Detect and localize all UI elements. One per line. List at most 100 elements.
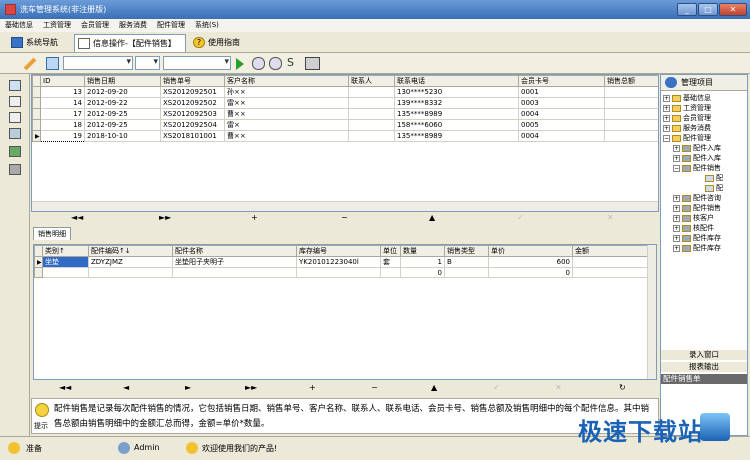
tree-item-parts-query[interactable]: + 配件咨询 bbox=[673, 194, 721, 203]
tree-item-sub-1[interactable]: 配 bbox=[705, 174, 723, 183]
col-part-name[interactable]: 配件名称 bbox=[172, 245, 297, 257]
menu-bar: 基础信息 工资管理 会员管理 服务消费 配件管理 系统(S) bbox=[0, 19, 750, 32]
horizontal-scrollbar[interactable] bbox=[32, 201, 658, 211]
vertical-scrollbar[interactable] bbox=[647, 245, 656, 379]
table-row[interactable]: 00 bbox=[34, 267, 649, 278]
col-qty[interactable]: 数量 bbox=[400, 245, 445, 257]
col-date[interactable]: 销售日期 bbox=[84, 75, 161, 87]
table-row[interactable]: ▶ 坐垫 ZDYZJMZ 坐垫阳子夹明子 YK20101223040l 套 1 B 600 bbox=[34, 256, 649, 268]
search-icon[interactable] bbox=[46, 57, 59, 70]
table-row[interactable]: 13 2012-09-20 XS2012092501 孙×× 130****5230 00… bbox=[32, 86, 658, 98]
tab-label: 使用指南 bbox=[208, 38, 240, 47]
tree-item-service[interactable]: + 服务消费 bbox=[663, 124, 711, 133]
operator-select[interactable] bbox=[135, 56, 160, 70]
copy-icon[interactable] bbox=[9, 112, 21, 123]
parts-sales-sheet-button[interactable]: 配件销售单 bbox=[661, 373, 747, 384]
close-button[interactable]: ✕ bbox=[719, 3, 747, 16]
table-row[interactable]: 17 2012-09-25 XS2012092503 曹×× 135****8989 00… bbox=[32, 108, 658, 120]
tree-item-parts-in-1[interactable]: + 配件入库 bbox=[673, 144, 721, 153]
first-record-button[interactable]: ◄◄ bbox=[71, 213, 83, 222]
edit-button[interactable]: ▲ bbox=[429, 213, 435, 222]
tab-parts-sales[interactable]: 信息操作-【配件销售】 bbox=[74, 34, 186, 52]
tree-item-stock-2[interactable]: + 配件库存 bbox=[673, 244, 721, 253]
table-row-selected[interactable]: ▶ 19 2018-10-10 XS2018101001 曹×× 135****8989 0… bbox=[32, 130, 658, 142]
find-next-icon[interactable] bbox=[269, 57, 282, 70]
menu-salary[interactable]: 工资管理 bbox=[38, 19, 76, 31]
field-select[interactable] bbox=[63, 56, 133, 70]
menu-parts[interactable]: 配件管理 bbox=[152, 19, 190, 31]
tree-item-stock-1[interactable]: + 配件库存 bbox=[673, 234, 721, 243]
tree-item-parts[interactable]: − 配件管理 bbox=[663, 134, 711, 143]
insert-button[interactable]: + bbox=[251, 213, 258, 222]
bulb-icon bbox=[35, 403, 49, 417]
delete-button[interactable]: − bbox=[371, 383, 378, 392]
entry-window-button[interactable]: 录入窗口 bbox=[661, 349, 747, 360]
col-sale-type[interactable]: 销售类型 bbox=[444, 245, 489, 257]
print-icon[interactable] bbox=[305, 57, 320, 70]
edit-button[interactable]: ▲ bbox=[431, 383, 437, 392]
tree-item-parts-sales-2[interactable]: + 配件销售 bbox=[673, 204, 721, 213]
tree-item-check-parts[interactable]: + 核配件 bbox=[673, 224, 714, 233]
maximize-button[interactable]: □ bbox=[698, 3, 718, 16]
table-row[interactable]: 18 2012-09-25 XS2012092504 雷× 158****6060 000… bbox=[32, 119, 658, 131]
menu-basic-info[interactable]: 基础信息 bbox=[0, 19, 38, 31]
tip-text: 配件销售是记录每次配件销售的情况，它包括销售日期、销售单号、客户名称、联系人、联… bbox=[54, 404, 650, 429]
find-icon[interactable] bbox=[252, 57, 265, 70]
col-total[interactable]: 销售总额 bbox=[604, 75, 658, 87]
col-card[interactable]: 会员卡号 bbox=[518, 75, 605, 87]
col-contact[interactable]: 联系人 bbox=[348, 75, 395, 87]
prior-button[interactable]: ◄ bbox=[123, 383, 129, 392]
tree-item-member[interactable]: + 会员管理 bbox=[663, 114, 711, 123]
window-icon[interactable] bbox=[9, 80, 21, 91]
tree-item-sub-2[interactable]: 配 bbox=[705, 184, 723, 193]
insert-button[interactable]: + bbox=[309, 383, 316, 392]
menu-member[interactable]: 会员管理 bbox=[76, 19, 114, 31]
help-icon: ? bbox=[193, 37, 205, 48]
sales-grid[interactable]: ID 销售日期 销售单号 客户名称 联系人 联系电话 会员卡号 销售总额 13 2… bbox=[31, 74, 659, 212]
post-button[interactable]: ✓ bbox=[493, 383, 500, 392]
run-icon[interactable] bbox=[236, 58, 244, 70]
refresh-icon[interactable]: S bbox=[287, 57, 300, 70]
col-stock-no[interactable]: 库存编号 bbox=[296, 245, 381, 257]
first-button[interactable]: ◄◄ bbox=[59, 383, 71, 392]
tree-item-basic[interactable]: + 基础信息 bbox=[663, 94, 711, 103]
book-icon[interactable] bbox=[9, 128, 21, 139]
col-order-no[interactable]: 销售单号 bbox=[160, 75, 225, 87]
tab-sales-detail[interactable]: 销售明细 bbox=[33, 227, 71, 240]
tab-system-nav[interactable]: 系统导航 bbox=[8, 34, 70, 52]
menu-system[interactable]: 系统(S) bbox=[190, 19, 224, 31]
toolbar: S bbox=[0, 53, 750, 74]
edit-icon[interactable] bbox=[23, 57, 37, 71]
col-category[interactable]: 类别↑ bbox=[42, 245, 89, 257]
menu-service[interactable]: 服务消费 bbox=[114, 19, 152, 31]
report-icon[interactable] bbox=[9, 146, 21, 157]
detail-grid[interactable]: 类别↑ 配件编码↑↓ 配件名称 库存编号 单位 数量 销售类型 单价 金额 ▶ 坐… bbox=[33, 244, 657, 380]
value-input[interactable] bbox=[163, 56, 231, 70]
report-output-button[interactable]: 报表输出 bbox=[661, 361, 747, 372]
col-phone[interactable]: 联系电话 bbox=[394, 75, 519, 87]
last-button[interactable]: ►► bbox=[245, 383, 257, 392]
tree-item-parts-in-2[interactable]: + 配件入库 bbox=[673, 154, 721, 163]
minimize-button[interactable]: _ bbox=[677, 3, 697, 16]
tree-item-salary[interactable]: + 工资管理 bbox=[663, 104, 711, 113]
trash-icon[interactable] bbox=[9, 164, 21, 175]
tab-guide[interactable]: ? 使用指南 bbox=[190, 34, 252, 52]
col-part-code[interactable]: 配件编码↑↓ bbox=[88, 245, 173, 257]
refresh-button[interactable]: ↻ bbox=[619, 383, 626, 392]
cancel-button[interactable]: ✕ bbox=[607, 213, 614, 222]
cancel-button[interactable]: ✕ bbox=[555, 383, 562, 392]
cut-icon[interactable] bbox=[9, 96, 21, 107]
next-button[interactable]: ► bbox=[185, 383, 191, 392]
nav-icon bbox=[11, 37, 23, 48]
post-button[interactable]: ✓ bbox=[517, 213, 524, 222]
last-record-button[interactable]: ►► bbox=[159, 213, 171, 222]
col-amount[interactable]: 金额 bbox=[572, 245, 649, 257]
col-customer[interactable]: 客户名称 bbox=[224, 75, 349, 87]
delete-button[interactable]: − bbox=[341, 213, 348, 222]
table-row[interactable]: 14 2012-09-22 XS2012092502 雷×× 139****8332 00… bbox=[32, 97, 658, 109]
tree-item-check-customer[interactable]: + 核客户 bbox=[673, 214, 714, 223]
col-price[interactable]: 单价 bbox=[488, 245, 573, 257]
tree-item-parts-sales[interactable]: − 配件销售 bbox=[673, 164, 721, 173]
col-id[interactable]: ID bbox=[40, 75, 85, 87]
col-unit[interactable]: 单位 bbox=[380, 245, 401, 257]
